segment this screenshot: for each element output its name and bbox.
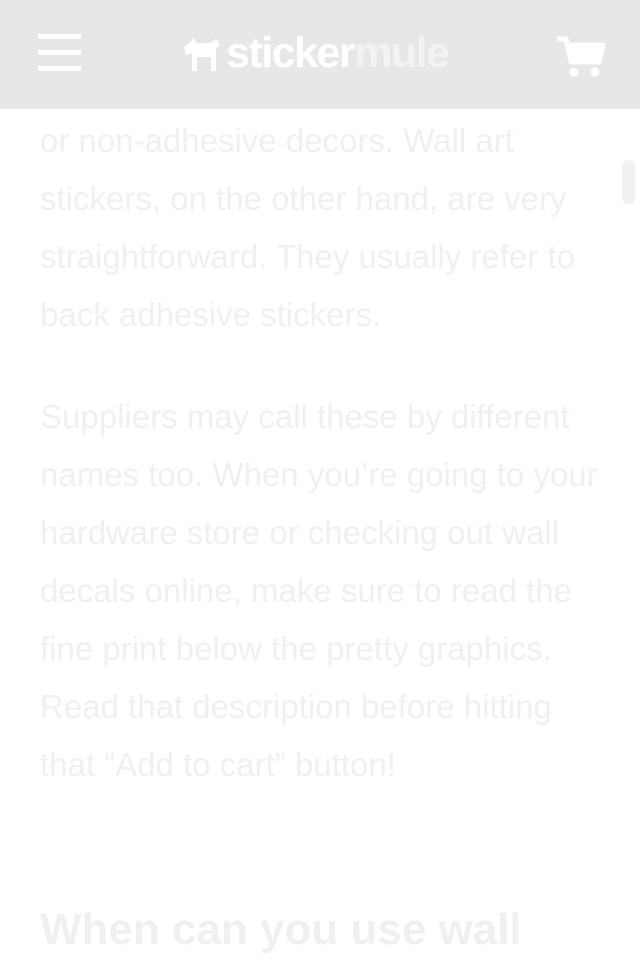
scrollbar-thumb[interactable]: [622, 160, 635, 204]
mule-icon: [184, 37, 220, 71]
stickermule-logo[interactable]: stickermule: [180, 29, 450, 77]
article-paragraph: or non-adhesive decors. Wall art sticker…: [40, 122, 575, 333]
menu-bar-line: [38, 50, 81, 55]
logo-text-mule: mule: [354, 29, 450, 77]
hamburger-menu-button[interactable]: [38, 34, 82, 72]
logo-wordmark: stickermule: [226, 29, 450, 77]
section-heading: When can you use wall: [40, 905, 522, 954]
top-navigation-bar: stickermule: [0, 0, 640, 109]
shopping-cart-icon: [555, 36, 606, 77]
logo-text-sticker: sticker: [226, 29, 356, 77]
cart-button[interactable]: [555, 36, 606, 78]
menu-bar-line: [38, 66, 81, 71]
article-paragraph: Suppliers may call these by different na…: [40, 398, 598, 783]
menu-bar-line: [38, 34, 81, 39]
